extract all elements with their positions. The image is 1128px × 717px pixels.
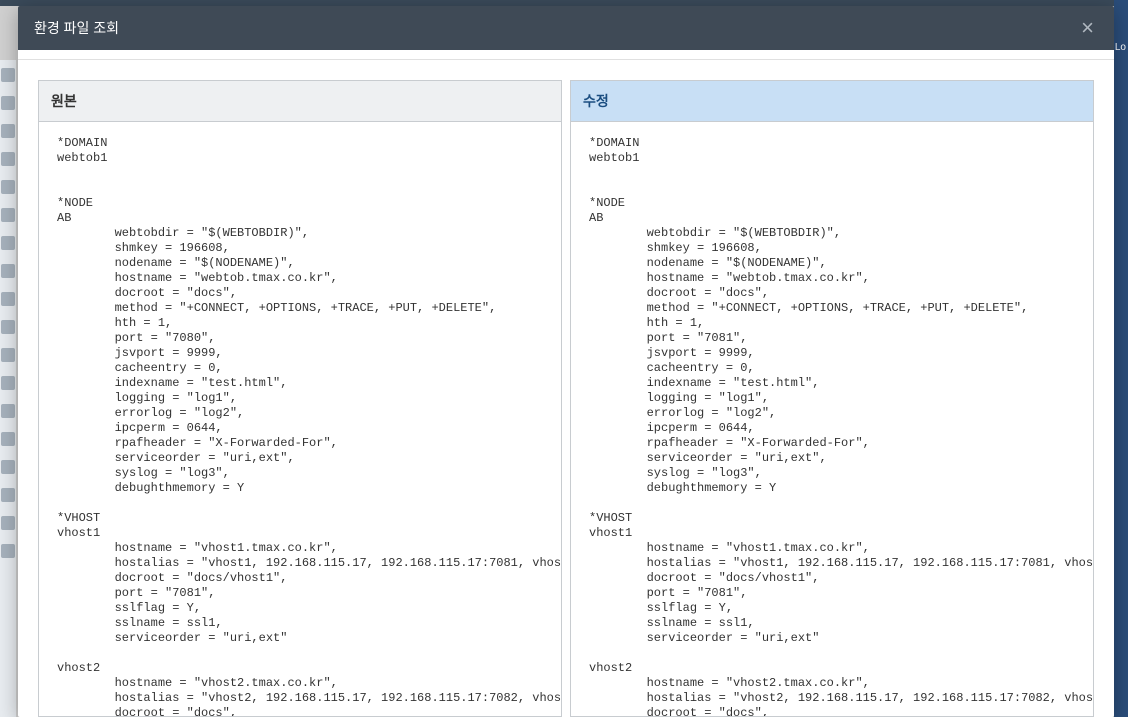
- sidebar-icon: [1, 544, 15, 558]
- modal-body: 원본 *DOMAIN webtob1 *NODE AB webtobdir = …: [18, 60, 1114, 717]
- original-panel: 원본 *DOMAIN webtob1 *NODE AB webtobdir = …: [38, 80, 562, 717]
- sidebar-icon: [1, 68, 15, 82]
- env-file-modal: 환경 파일 조회 × 원본 *DOMAIN webtob1 *NODE AB w…: [18, 6, 1114, 717]
- original-panel-content[interactable]: *DOMAIN webtob1 *NODE AB webtobdir = "$(…: [39, 122, 561, 716]
- modified-panel: 수정 *DOMAIN webtob1 *NODE AB webtobdir = …: [570, 80, 1094, 717]
- sidebar-icon: [1, 348, 15, 362]
- sidebar-icon: [1, 404, 15, 418]
- close-icon: ×: [1081, 15, 1094, 40]
- bg-right-bar: [1114, 0, 1128, 717]
- sidebar-icon: [1, 320, 15, 334]
- modified-panel-header: 수정: [571, 81, 1093, 122]
- sidebar-icon: [1, 376, 15, 390]
- sidebar-icon: [1, 152, 15, 166]
- sidebar-icon: [1, 180, 15, 194]
- sidebar-icon: [1, 292, 15, 306]
- sidebar-icon: [1, 96, 15, 110]
- modal-header: 환경 파일 조회 ×: [18, 6, 1114, 50]
- modal-separator: [18, 50, 1114, 60]
- sidebar-icon: [1, 124, 15, 138]
- sidebar-icon: [1, 516, 15, 530]
- sidebar-icon: [1, 264, 15, 278]
- sidebar-icon: [1, 208, 15, 222]
- close-button[interactable]: ×: [1077, 17, 1098, 39]
- sidebar-icon: [1, 460, 15, 474]
- bg-right-label: Lo: [1113, 40, 1128, 55]
- sidebar-icon: [1, 488, 15, 502]
- modified-panel-content[interactable]: *DOMAIN webtob1 *NODE AB webtobdir = "$(…: [571, 122, 1093, 716]
- modal-title: 환경 파일 조회: [34, 18, 119, 38]
- bg-sidebar: [0, 60, 16, 717]
- original-panel-header: 원본: [39, 81, 561, 122]
- sidebar-icon: [1, 236, 15, 250]
- sidebar-icon: [1, 432, 15, 446]
